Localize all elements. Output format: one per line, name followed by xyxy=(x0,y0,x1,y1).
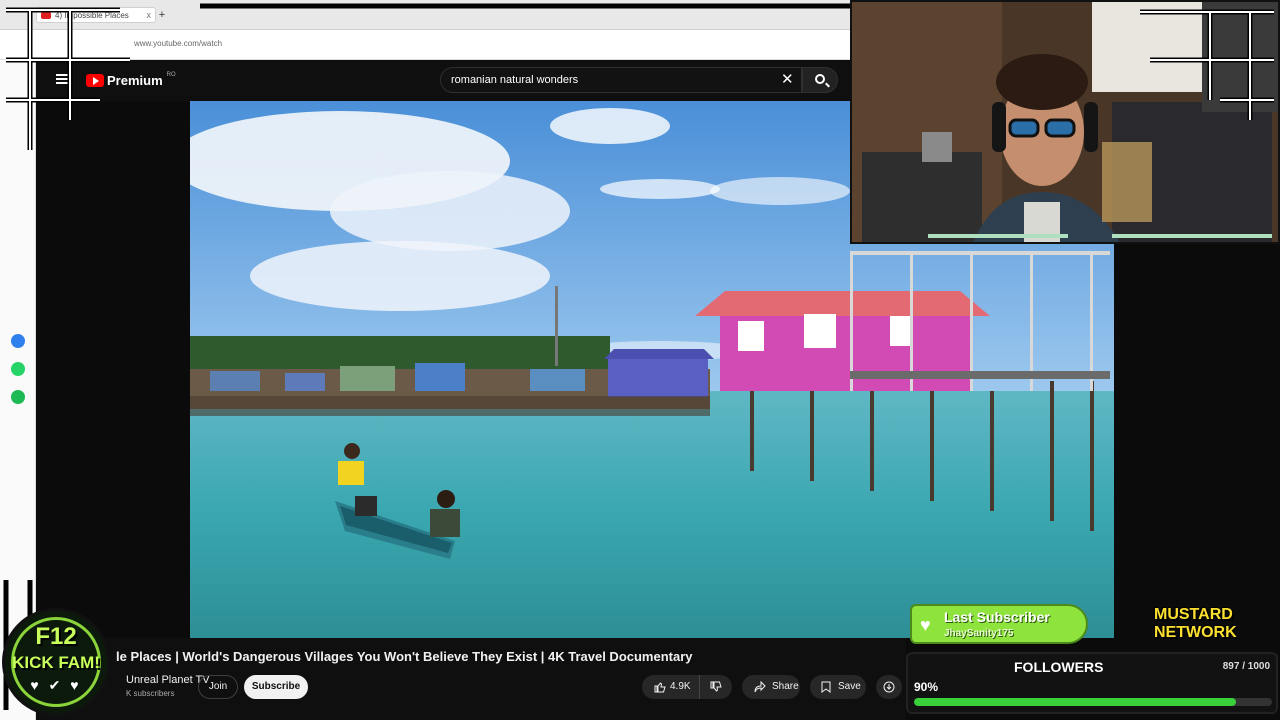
badge-line-1: F12 xyxy=(35,623,77,650)
last-subscriber-name: JhaySanity175 xyxy=(944,628,1014,639)
kick-fam-badge: F12 KICK FAM! ♥ ✔ ♥ xyxy=(2,608,110,716)
download-button[interactable] xyxy=(876,675,902,699)
youtube-play-icon xyxy=(86,74,104,87)
right-panel xyxy=(1114,244,1280,640)
join-button[interactable]: Join xyxy=(198,675,238,699)
network-line-2: NETWORK xyxy=(1154,624,1237,641)
video-title: le Places | World's Dangerous Villages Y… xyxy=(116,649,693,664)
tab-title: 4) Impossible Places xyxy=(55,10,129,20)
subscribe-button[interactable]: Subscribe xyxy=(244,675,308,699)
followers-progress-fill xyxy=(914,698,1237,706)
save-label: Save xyxy=(838,681,861,692)
search-button[interactable] xyxy=(802,67,838,93)
share-button[interactable]: Share xyxy=(742,675,800,699)
like-dislike-group: 4.9K xyxy=(642,675,732,699)
youtube-header: Premium RO romanian natural wonders ✕ xyxy=(36,60,850,101)
youtube-favicon-icon xyxy=(41,11,51,19)
badge-hearts: ♥ ✔ ♥ xyxy=(30,677,82,693)
logo-text: Premium xyxy=(107,73,163,88)
dislike-button[interactable] xyxy=(700,675,732,699)
video-info: le Places | World's Dangerous Villages Y… xyxy=(36,638,906,720)
network-line-1: MUSTARD xyxy=(1154,606,1233,623)
network-logo: MUSTARD NETWORK xyxy=(1154,606,1276,646)
browser-tab[interactable]: 4) Impossible Places x xyxy=(36,7,156,23)
download-icon xyxy=(883,681,895,693)
stream-scene: 4) Impossible Places x + www.youtube.com… xyxy=(0,0,1280,720)
region-code: RO xyxy=(166,71,176,78)
spotify-icon[interactable] xyxy=(11,390,25,404)
browser-tabbar: 4) Impossible Places x + xyxy=(0,0,850,30)
address-bar[interactable]: www.youtube.com/watch xyxy=(0,30,850,60)
last-subscriber-widget: ♥ Last Subscriber JhaySanity175 xyxy=(910,604,1088,644)
heart-icon: ♥ xyxy=(920,615,931,635)
menu-icon[interactable] xyxy=(56,74,68,84)
followers-percent: 90% xyxy=(914,680,939,694)
followers-progress-track xyxy=(914,698,1272,706)
youtube-logo[interactable]: Premium RO xyxy=(86,71,176,88)
messenger-icon[interactable] xyxy=(11,334,25,348)
save-icon xyxy=(821,681,831,693)
search-icon xyxy=(815,74,825,84)
webcam-image xyxy=(852,2,1278,242)
webcam-feed xyxy=(850,0,1280,244)
tab-close-icon[interactable]: x xyxy=(147,10,152,20)
subscriber-count: K subscribers xyxy=(126,689,175,698)
share-label: Share xyxy=(772,681,799,692)
like-button[interactable]: 4.9K xyxy=(642,675,700,699)
dislike-icon xyxy=(710,681,722,692)
last-subscriber-label: Last Subscriber xyxy=(944,609,1050,625)
like-icon xyxy=(654,682,666,693)
clear-search-icon[interactable]: ✕ xyxy=(781,70,794,88)
save-button[interactable]: Save xyxy=(810,675,866,699)
like-count: 4.9K xyxy=(670,681,691,692)
channel-name[interactable]: Unreal Planet TV xyxy=(126,674,210,686)
search-input[interactable]: romanian natural wonders xyxy=(440,67,802,93)
followers-goal-widget: FOLLOWERS 897 / 1000 90% xyxy=(906,652,1278,714)
url-text: www.youtube.com/watch xyxy=(134,39,223,48)
badge-line-2: KICK FAM! xyxy=(12,653,100,672)
share-icon xyxy=(754,681,766,693)
followers-count: 897 / 1000 xyxy=(1222,661,1270,672)
new-tab-button[interactable]: + xyxy=(156,7,168,23)
whatsapp-icon[interactable] xyxy=(11,362,25,376)
followers-label: FOLLOWERS xyxy=(1014,659,1104,675)
